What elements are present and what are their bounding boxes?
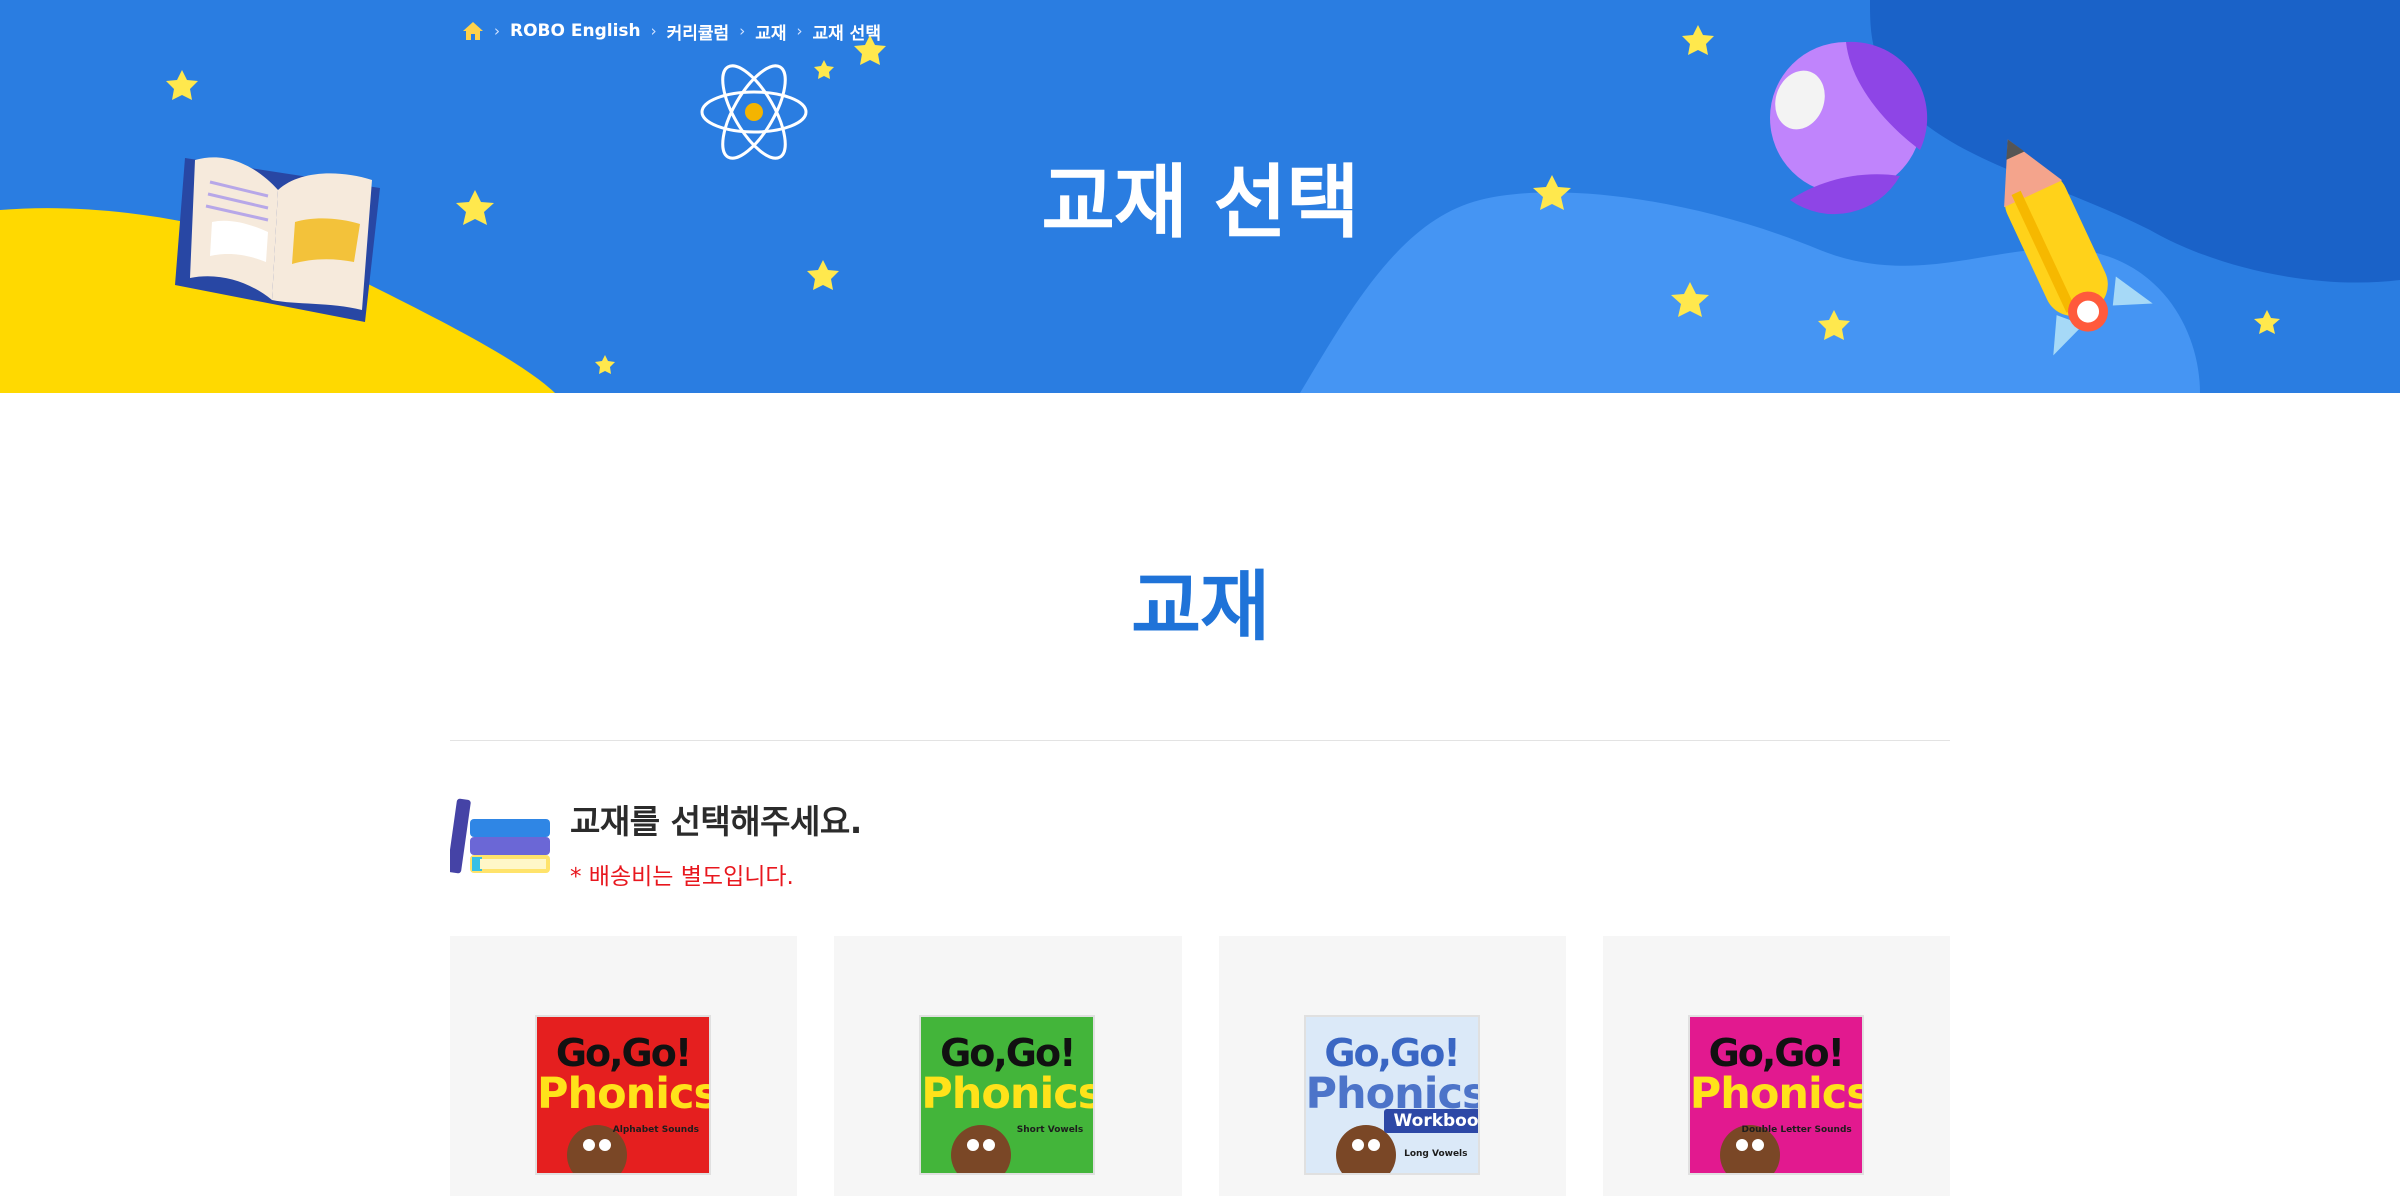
breadcrumb-item-robo-english[interactable]: ROBO English (510, 21, 641, 41)
book-cover[interactable]: Go,Go! Phonics Workbook Long Vowels (1303, 1015, 1480, 1175)
book-title: Phonics (537, 1069, 711, 1119)
book-subtitle: Long Vowels (1404, 1149, 1468, 1159)
breadcrumb-separator: › (796, 22, 803, 40)
book-card[interactable]: Go,Go! Phonics Workbook Long Vowels (1218, 936, 1566, 1196)
section-title: 교재 (1131, 562, 1270, 651)
select-prompt: 교재를 선택해주세요. * 배송비는 별도입니다. (450, 795, 862, 891)
hero-title: 교재 선택 (1041, 156, 1359, 249)
select-heading: 교재를 선택해주세요. (570, 802, 862, 841)
breadcrumb-item-curriculum[interactable]: 커리큘럼 (667, 19, 730, 44)
breadcrumb-separator: › (494, 22, 500, 40)
books-stack-icon (450, 798, 550, 874)
book-card[interactable]: Go,Go! Phonics Alphabet Sounds (450, 936, 798, 1196)
book-card[interactable]: Go,Go! Phonics Short Vowels (834, 936, 1182, 1196)
workbook-tag: Workbook (1383, 1109, 1478, 1133)
book-title: Phonics (1689, 1069, 1864, 1119)
book-subtitle: Alphabet Sounds (612, 1125, 699, 1135)
breadcrumb: › ROBO English › 커리큘럼 › 교재 › 교재 선택 (462, 18, 881, 44)
book-cover[interactable]: Go,Go! Phonics Short Vowels (919, 1015, 1096, 1175)
breadcrumb-separator: › (739, 22, 746, 40)
gingerbread-character-icon (951, 1125, 1012, 1173)
home-icon[interactable] (462, 20, 484, 42)
book-subtitle: Double Letter Sounds (1741, 1125, 1852, 1135)
book-card-list: Go,Go! Phonics Alphabet Sounds Go,Go! Ph… (450, 936, 1950, 1196)
book-cover[interactable]: Go,Go! Phonics Double Letter Sounds (1687, 1015, 1864, 1175)
hero-banner: › ROBO English › 커리큘럼 › 교재 › 교재 선택 교재 선택 (0, 0, 2400, 393)
divider (450, 740, 1950, 741)
book-title: Phonics (921, 1069, 1096, 1119)
book-cover[interactable]: Go,Go! Phonics Alphabet Sounds (535, 1015, 711, 1175)
book-subtitle: Short Vowels (1016, 1125, 1084, 1135)
breadcrumb-separator: › (650, 22, 657, 40)
breadcrumb-item-current: 교재 선택 (812, 23, 881, 44)
breadcrumb-item-textbook[interactable]: 교재 (755, 19, 786, 44)
book-card[interactable]: Go,Go! Phonics Double Letter Sounds (1602, 936, 1950, 1196)
shipping-note: * 배송비는 별도입니다. (570, 864, 794, 890)
